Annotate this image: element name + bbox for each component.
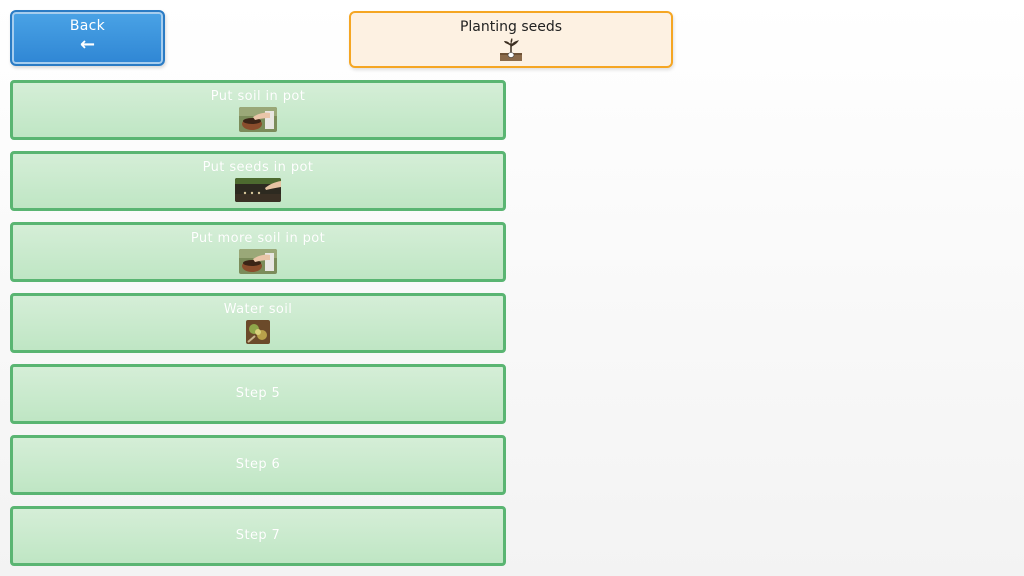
step-item-5[interactable]: Step 5 (10, 364, 506, 424)
step-label: Put more soil in pot (190, 231, 326, 246)
activity-page: Back ← Planting seeds Put soil in pot Pu… (0, 0, 1024, 576)
step-item-put-soil-in-pot[interactable]: Put soil in pot (10, 80, 506, 140)
step-label: Step 6 (235, 457, 281, 472)
step-item-6[interactable]: Step 6 (10, 435, 506, 495)
seedling-pot-icon (500, 38, 522, 61)
step-item-put-more-soil-in-pot[interactable]: Put more soil in pot (10, 222, 506, 282)
step-label: Put seeds in pot (202, 160, 314, 175)
step-item-put-seeds-in-pot[interactable]: Put seeds in pot (10, 151, 506, 211)
hand-soil-pot-photo (239, 249, 277, 274)
hand-soil-pot-photo (239, 107, 277, 132)
seeds-in-soil-photo (235, 178, 281, 202)
step-label: Put soil in pot (210, 89, 306, 104)
step-list: Put soil in pot Put seeds in pot Put mor… (10, 80, 506, 576)
back-button[interactable]: Back ← (10, 10, 165, 66)
page-title: Planting seeds (459, 19, 563, 35)
step-item-7[interactable]: Step 7 (10, 506, 506, 566)
arrow-left-icon: ← (79, 34, 96, 55)
back-button-label: Back (69, 18, 106, 34)
activity-title-card: Planting seeds (349, 11, 673, 68)
step-label: Step 5 (235, 386, 281, 401)
watering-soil-photo (246, 320, 270, 344)
step-label: Step 7 (235, 528, 281, 543)
step-item-water-soil[interactable]: Water soil (10, 293, 506, 353)
step-label: Water soil (223, 302, 293, 317)
